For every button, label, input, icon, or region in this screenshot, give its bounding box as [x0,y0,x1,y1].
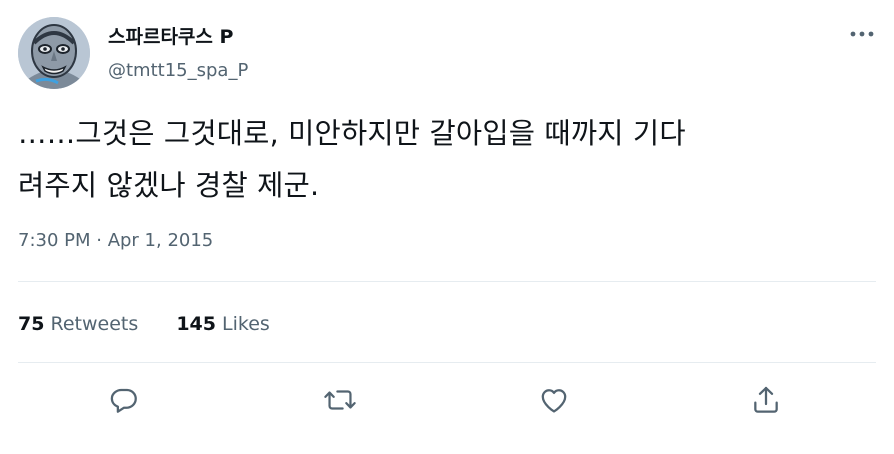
user-handle[interactable]: @tmtt15_spa_P [108,58,248,84]
tweet-stats: 75 Retweets 145 Likes [18,310,270,338]
reply-button[interactable] [106,382,142,418]
likes-label: Likes [222,313,270,335]
like-button[interactable] [536,382,572,418]
reply-icon [110,388,137,413]
like-icon [541,389,567,413]
tweet-text: ……그것은 그것대로, 미안하지만 갈아입을 때까지 기다 려주지 않겠나 경찰… [18,108,868,212]
retweets-stat[interactable]: 75 Retweets [18,310,138,338]
share-button[interactable] [748,382,784,418]
retweet-icon [324,390,356,410]
retweets-label: Retweets [50,313,139,335]
tweet-text-line: 려주지 않겠나 경찰 제군. [18,169,320,202]
retweets-count: 75 [18,313,45,335]
divider [18,281,876,282]
action-bar [0,378,894,422]
more-button[interactable] [844,20,880,48]
display-name[interactable]: 스파르타쿠스 P [108,24,233,50]
avatar-image [18,17,90,89]
likes-count: 145 [176,313,216,335]
retweet-button[interactable] [322,382,358,418]
tweet-text-line: ……그것은 그것대로, 미안하지만 갈아입을 때까지 기다 [18,117,686,150]
tweet-timestamp[interactable]: 7:30 PM · Apr 1, 2015 [18,228,213,254]
avatar[interactable] [18,17,90,89]
divider [18,362,876,363]
share-icon [754,386,778,413]
likes-stat[interactable]: 145 Likes [176,310,270,338]
more-icon [850,31,874,37]
